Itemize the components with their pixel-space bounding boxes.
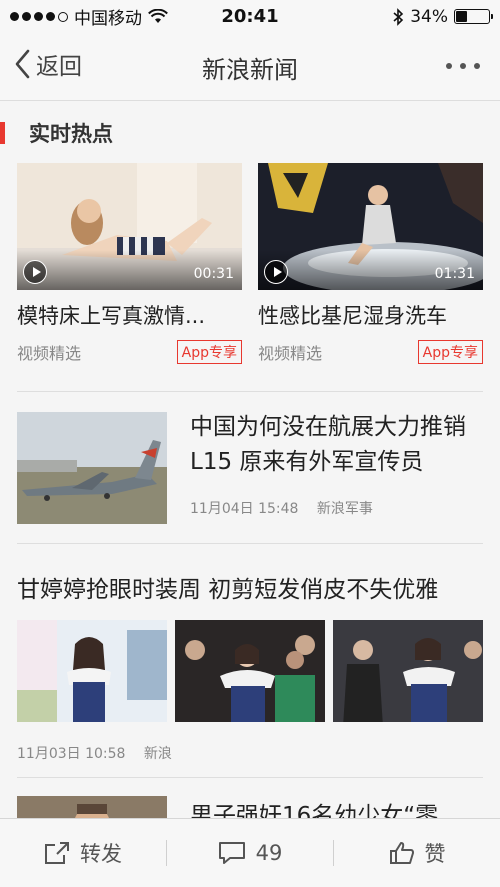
share-label: 转发 xyxy=(80,842,122,866)
divider xyxy=(17,777,483,778)
more-dot xyxy=(474,63,480,69)
news-thumbnail xyxy=(17,412,167,524)
video-title[interactable]: 模特床上写真激情... xyxy=(17,300,242,330)
battery-icon xyxy=(454,9,493,24)
video-source: 视频精选 xyxy=(17,344,82,363)
news-time: 11月03日 10:58 xyxy=(17,746,126,762)
video-card[interactable]: 00:31 模特床上写真激情... 视频精选 App专享 xyxy=(17,163,242,364)
more-options-button[interactable] xyxy=(446,63,480,69)
play-icon[interactable] xyxy=(264,260,288,284)
video-source: 视频精选 xyxy=(258,344,323,363)
divider xyxy=(17,391,483,392)
comment-button[interactable]: 49 xyxy=(167,841,333,865)
video-duration: 00:31 xyxy=(193,266,234,282)
status-right: 34% xyxy=(392,7,500,27)
like-label: 赞 xyxy=(424,842,446,866)
gallery-image[interactable] xyxy=(333,620,483,722)
wifi-icon xyxy=(148,9,168,23)
more-dot xyxy=(460,63,466,69)
news-source: 新浪 xyxy=(143,746,172,762)
video-meta: 视频精选 App专享 xyxy=(258,340,483,364)
video-title[interactable]: 性感比基尼湿身洗车 xyxy=(258,300,483,330)
app-exclusive-badge: App专享 xyxy=(176,340,242,364)
play-icon[interactable] xyxy=(23,260,47,284)
more-dot xyxy=(446,63,452,69)
share-button[interactable]: 转发 xyxy=(0,838,166,868)
news-title[interactable]: 中国为何没在航展大力推销L15 原来有外军宣传员 xyxy=(190,410,490,480)
bottom-toolbar: 转发 49 赞 xyxy=(0,818,500,887)
battery-percent: 34% xyxy=(410,6,448,27)
gallery-image[interactable] xyxy=(17,620,167,722)
section-header: 实时热点 xyxy=(0,118,113,148)
bluetooth-icon xyxy=(393,7,404,26)
news-meta: 11月04日 15:48 新浪军事 xyxy=(190,498,387,518)
news-image-gallery[interactable] xyxy=(17,620,483,722)
news-title[interactable]: 甘婷婷抢眼时装周 初剪短发俏皮不失优雅 xyxy=(17,570,438,604)
news-source: 新浪军事 xyxy=(316,501,373,517)
thumbs-up-icon xyxy=(389,842,414,864)
video-meta: 视频精选 App专享 xyxy=(17,340,242,364)
section-title: 实时热点 xyxy=(29,122,113,146)
news-meta: 11月03日 10:58 新浪 xyxy=(17,743,186,763)
page-title: 新浪新闻 xyxy=(202,56,298,84)
video-duration: 01:31 xyxy=(434,266,475,282)
status-bar: 中国移动 20:41 34% xyxy=(0,0,500,33)
news-item[interactable]: 中国为何没在航展大力推销L15 原来有外军宣传员 11月04日 15:48 新浪… xyxy=(17,410,483,524)
nav-bar: 返回 新浪新闻 xyxy=(0,33,500,101)
video-card[interactable]: 01:31 性感比基尼湿身洗车 视频精选 App专享 xyxy=(258,163,483,364)
like-button[interactable]: 赞 xyxy=(334,838,500,868)
comment-icon xyxy=(218,842,245,864)
comment-count: 49 xyxy=(255,841,283,865)
share-icon xyxy=(45,842,69,864)
section-accent-bar xyxy=(0,122,5,144)
signal-strength-icon xyxy=(10,11,68,22)
news-time: 11月04日 15:48 xyxy=(190,501,299,517)
video-thumbnail[interactable]: 00:31 xyxy=(17,163,242,290)
divider xyxy=(17,543,483,544)
carrier-group: 中国移动 xyxy=(0,4,168,29)
gallery-image[interactable] xyxy=(175,620,325,722)
app-exclusive-badge: App专享 xyxy=(417,340,483,364)
carrier-name: 中国移动 xyxy=(74,9,142,29)
video-thumbnail[interactable]: 01:31 xyxy=(258,163,483,290)
